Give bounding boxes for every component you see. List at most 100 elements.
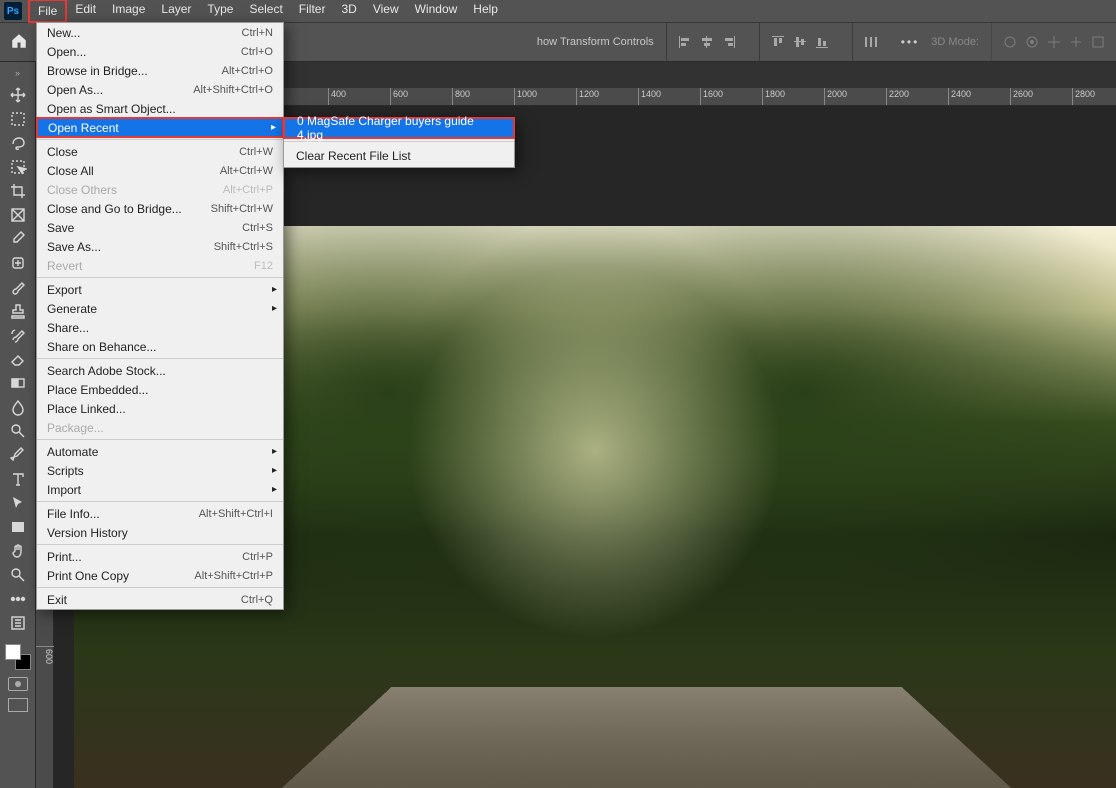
tool-type[interactable] (4, 467, 32, 491)
ruler-h-tick: 2600 (1010, 88, 1033, 106)
menu-image[interactable]: Image (104, 0, 153, 23)
file-menu-close-and-go-to-bridge[interactable]: Close and Go to Bridge...Shift+Ctrl+W (37, 199, 283, 218)
menu-view[interactable]: View (365, 0, 407, 23)
menu-3d[interactable]: 3D (333, 0, 364, 23)
color-swatches[interactable] (5, 644, 31, 670)
menu-window[interactable]: Window (407, 0, 466, 23)
align-vcenter-icon[interactable] (792, 34, 808, 50)
file-menu-place-linked[interactable]: Place Linked... (37, 399, 283, 418)
menu-item-shortcut: Alt+Ctrl+P (223, 184, 273, 196)
menu-edit[interactable]: Edit (67, 0, 104, 23)
tool-heal[interactable] (4, 251, 32, 275)
file-menu-open[interactable]: Open...Ctrl+O (37, 42, 283, 61)
tool-hand[interactable] (4, 539, 32, 563)
distribute-group (852, 23, 889, 61)
tool-rectangle[interactable] (4, 515, 32, 539)
3d-slide-icon[interactable] (1068, 34, 1084, 50)
file-menu-import[interactable]: Import (37, 480, 283, 499)
align-bottom-icon[interactable] (814, 34, 830, 50)
ruler-h-tick: 1000 (514, 88, 537, 106)
distribute-icon[interactable] (863, 34, 879, 50)
file-menu-exit[interactable]: ExitCtrl+Q (37, 590, 283, 609)
file-menu-open-as-smart-object[interactable]: Open as Smart Object... (37, 99, 283, 118)
tool-lasso[interactable] (4, 131, 32, 155)
quick-mask-icon[interactable] (8, 677, 28, 691)
file-menu-package: Package... (37, 418, 283, 437)
file-menu-new[interactable]: New...Ctrl+N (37, 23, 283, 42)
menu-layer[interactable]: Layer (153, 0, 199, 23)
file-menu-save[interactable]: SaveCtrl+S (37, 218, 283, 237)
3d-scale-icon[interactable] (1090, 34, 1106, 50)
tool-stamp[interactable] (4, 299, 32, 323)
ruler-h-tick: 600 (390, 88, 408, 106)
menu-item-shortcut: Ctrl+O (241, 46, 273, 58)
file-menu-scripts[interactable]: Scripts (37, 461, 283, 480)
align-left-icon[interactable] (677, 34, 693, 50)
tool-eyedropper[interactable] (4, 227, 32, 251)
menu-item-shortcut: Alt+Shift+Ctrl+O (193, 84, 273, 96)
tool-eraser[interactable] (4, 347, 32, 371)
align-top-icon[interactable] (770, 34, 786, 50)
tool-more[interactable] (4, 587, 32, 611)
3d-pan-icon[interactable] (1046, 34, 1062, 50)
file-menu-automate[interactable]: Automate (37, 442, 283, 461)
file-menu-file-info[interactable]: File Info...Alt+Shift+Ctrl+I (37, 504, 283, 523)
align-right-icon[interactable] (721, 34, 737, 50)
tool-frame[interactable] (4, 203, 32, 227)
tool-dodge[interactable] (4, 419, 32, 443)
file-menu-close-all[interactable]: Close AllAlt+Ctrl+W (37, 161, 283, 180)
tool-gradient[interactable] (4, 371, 32, 395)
align-group-1 (666, 23, 747, 61)
tool-crop[interactable] (4, 179, 32, 203)
menu-file[interactable]: File (28, 0, 67, 23)
file-menu-search-adobe-stock[interactable]: Search Adobe Stock... (37, 361, 283, 380)
file-menu-print-one-copy[interactable]: Print One CopyAlt+Shift+Ctrl+P (37, 566, 283, 585)
menu-separator (37, 501, 283, 502)
file-menu-share-on-behance[interactable]: Share on Behance... (37, 337, 283, 356)
menu-item-shortcut: Alt+Ctrl+O (222, 65, 273, 77)
menu-filter[interactable]: Filter (291, 0, 334, 23)
screen-mode-icon[interactable] (8, 698, 28, 712)
file-menu-close[interactable]: CloseCtrl+W (37, 142, 283, 161)
file-menu-open-recent[interactable]: Open Recent (36, 117, 284, 138)
3d-roll-icon[interactable] (1024, 34, 1040, 50)
file-menu-open-as[interactable]: Open As...Alt+Shift+Ctrl+O (37, 80, 283, 99)
menu-item-label: Print... (47, 550, 242, 564)
ruler-h-tick: 800 (452, 88, 470, 106)
tool-zoom[interactable] (4, 563, 32, 587)
file-menu-save-as[interactable]: Save As...Shift+Ctrl+S (37, 237, 283, 256)
file-menu-version-history[interactable]: Version History (37, 523, 283, 542)
home-icon[interactable] (10, 32, 28, 53)
file-menu-generate[interactable]: Generate (37, 299, 283, 318)
tool-path-select[interactable] (4, 491, 32, 515)
clear-recent-files[interactable]: Clear Recent File List (284, 145, 514, 167)
3d-mode-label: 3D Mode: (931, 36, 979, 48)
tool-move[interactable] (4, 83, 32, 107)
file-menu-close-others: Close OthersAlt+Ctrl+P (37, 180, 283, 199)
foreground-color-swatch[interactable] (5, 644, 21, 660)
file-menu-export[interactable]: Export (37, 280, 283, 299)
recent-file-item[interactable]: 0 MagSafe Charger buyers guide 4.jpg (283, 117, 515, 139)
tool-blur[interactable] (4, 395, 32, 419)
3d-orbit-icon[interactable] (1002, 34, 1018, 50)
file-menu-browse-in-bridge[interactable]: Browse in Bridge...Alt+Ctrl+O (37, 61, 283, 80)
file-menu-place-embedded[interactable]: Place Embedded... (37, 380, 283, 399)
tool-brush[interactable] (4, 275, 32, 299)
align-hcenter-icon[interactable] (699, 34, 715, 50)
menu-item-shortcut: Ctrl+N (242, 27, 273, 39)
tool-edit-toolbar[interactable] (4, 611, 32, 635)
more-options-icon[interactable]: ••• (901, 35, 920, 49)
file-menu-print[interactable]: Print...Ctrl+P (37, 547, 283, 566)
tool-pen[interactable] (4, 443, 32, 467)
menu-separator (37, 358, 283, 359)
tool-marquee[interactable] (4, 107, 32, 131)
menu-item-label: Scripts (47, 464, 273, 478)
menu-select[interactable]: Select (241, 0, 290, 23)
tool-object-select[interactable] (4, 155, 32, 179)
collapse-icon[interactable]: » (15, 68, 20, 78)
menu-help[interactable]: Help (465, 0, 506, 23)
menu-type[interactable]: Type (199, 0, 241, 23)
tool-history-brush[interactable] (4, 323, 32, 347)
menu-item-label: Package... (47, 421, 273, 435)
file-menu-share[interactable]: Share... (37, 318, 283, 337)
